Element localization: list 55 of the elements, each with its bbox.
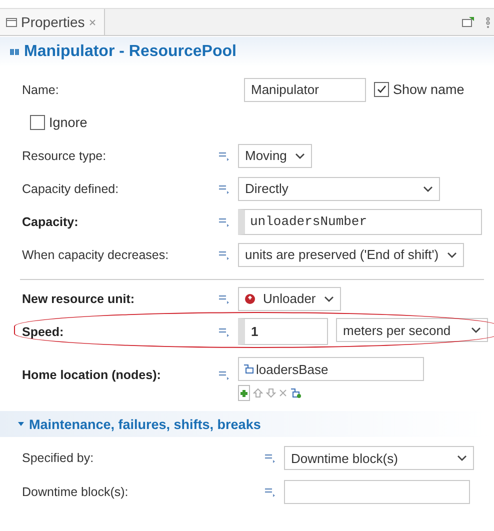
agent-icon bbox=[245, 294, 255, 304]
field-label: Specified by: bbox=[22, 451, 95, 465]
dropdown[interactable]: Unloader bbox=[238, 286, 341, 310]
remove-icon[interactable] bbox=[279, 389, 287, 397]
panel-title: Manipulator - ResourcePool bbox=[24, 43, 236, 61]
equals-icon[interactable] bbox=[218, 184, 230, 194]
field-label: New resource unit: bbox=[22, 292, 136, 306]
dropdown[interactable]: Downtime block(s) bbox=[284, 446, 474, 470]
window-icon bbox=[6, 18, 17, 26]
equals-icon[interactable] bbox=[218, 326, 230, 336]
input-field[interactable]: unloadersNumber bbox=[238, 208, 482, 234]
check-icon bbox=[376, 84, 387, 95]
equals-icon[interactable] bbox=[264, 453, 276, 463]
close-icon[interactable] bbox=[88, 18, 96, 26]
field-label: When capacity decreases: bbox=[22, 248, 170, 262]
field-label: Capacity: bbox=[22, 214, 80, 228]
agent-icon bbox=[10, 48, 19, 56]
chevron-down-icon bbox=[457, 455, 467, 461]
input-field[interactable]: 1 bbox=[238, 318, 328, 345]
dropdown[interactable]: Moving bbox=[238, 144, 312, 168]
new-window-icon[interactable] bbox=[462, 17, 474, 27]
field-label: Name: bbox=[22, 82, 60, 96]
equals-icon[interactable] bbox=[218, 250, 230, 260]
add-icon[interactable] bbox=[238, 385, 250, 401]
arrow-up-icon[interactable] bbox=[253, 388, 263, 398]
node-icon bbox=[243, 364, 254, 374]
field-label: Downtime block(s): bbox=[22, 485, 130, 499]
equals-icon[interactable] bbox=[218, 216, 230, 226]
field-label: Capacity defined: bbox=[22, 182, 120, 196]
equals-icon[interactable] bbox=[218, 150, 230, 160]
chevron-down-icon bbox=[294, 152, 305, 158]
chevron-down-icon bbox=[423, 186, 433, 192]
show-name-checkbox[interactable]: Show name bbox=[374, 82, 464, 97]
chevron-down-icon bbox=[471, 327, 481, 333]
equals-icon[interactable] bbox=[264, 487, 276, 497]
field-label: Speed: bbox=[22, 324, 65, 338]
section-title: Maintenance, failures, shifts, breaks bbox=[29, 416, 261, 432]
collapse-icon[interactable] bbox=[18, 421, 24, 427]
ignore-checkbox[interactable]: Ignore bbox=[30, 115, 88, 130]
properties-tab[interactable]: Properties bbox=[0, 9, 105, 35]
equals-icon[interactable] bbox=[218, 294, 230, 304]
field-label: Resource type: bbox=[22, 148, 108, 162]
node-pick-icon[interactable] bbox=[290, 388, 301, 398]
equals-icon[interactable] bbox=[218, 370, 230, 380]
chevron-down-icon bbox=[446, 252, 457, 258]
input-field[interactable] bbox=[284, 480, 470, 504]
input-field[interactable]: Manipulator bbox=[244, 78, 366, 102]
field-label: Home location (nodes): bbox=[22, 368, 162, 382]
dropdown[interactable]: units are preserved ('End of shift') bbox=[238, 242, 464, 266]
list-field[interactable]: loadersBase bbox=[238, 357, 424, 381]
dropdown[interactable]: meters per second bbox=[336, 318, 488, 342]
dropdown[interactable]: Directly bbox=[238, 176, 440, 200]
arrow-down-icon[interactable] bbox=[266, 388, 276, 398]
more-icon[interactable] bbox=[486, 16, 490, 28]
chevron-down-icon bbox=[324, 296, 334, 302]
